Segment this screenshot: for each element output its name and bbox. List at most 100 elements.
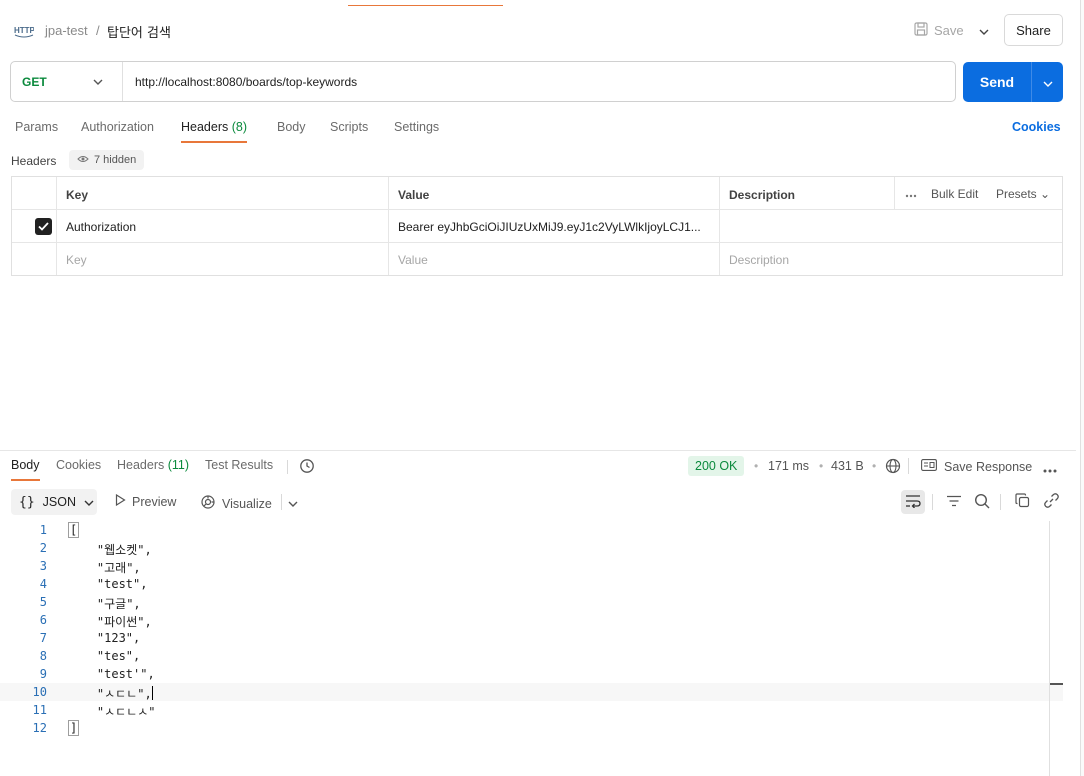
code-text: "ㅅㄷㄴㅅ" [68, 705, 156, 719]
link-button[interactable] [1039, 490, 1063, 514]
line-number: 11 [32, 703, 47, 717]
line-number: 7 [39, 631, 47, 645]
tab-body[interactable]: Body [277, 120, 306, 134]
column-value: Value [398, 188, 430, 202]
hidden-count-label: 7 hidden [94, 154, 137, 166]
play-icon [115, 493, 126, 509]
more-icon[interactable] [905, 187, 917, 201]
cookies-link[interactable]: Cookies [1012, 120, 1061, 134]
code-text: "test'", [68, 667, 155, 681]
meta-divider [908, 458, 909, 474]
code-text: "tes", [68, 649, 141, 663]
code-line: 12 ] [0, 719, 1063, 737]
header-value-cell[interactable]: Bearer eyJhbGciOiJIUzUxMiJ9.eyJ1c2VyLWlk… [398, 220, 720, 234]
code-line: 3 "고래", [0, 557, 1063, 575]
status-badge[interactable]: 200 OK [688, 456, 745, 476]
send-button[interactable]: Send [963, 62, 1031, 102]
presets-label: Presets [996, 187, 1037, 201]
line-number: 3 [39, 559, 47, 573]
header-key-cell[interactable]: Authorization [66, 220, 136, 234]
matched-bracket: [ [68, 522, 80, 538]
column-divider [56, 177, 57, 275]
visualize-icon [200, 494, 216, 513]
tab-test-results[interactable]: Test Results [205, 458, 273, 472]
save-options-button[interactable] [972, 18, 996, 42]
tab-settings[interactable]: Settings [394, 120, 439, 134]
tab-headers[interactable]: Headers (8) [181, 120, 248, 143]
code-text: "test", [68, 577, 148, 591]
visualize-button[interactable]: Visualize [200, 494, 272, 513]
code-text: "123", [68, 631, 141, 645]
column-description: Description [729, 188, 796, 202]
presets-dropdown[interactable]: Presets ⌄ [996, 187, 1050, 201]
save-response-button[interactable]: Save Response [921, 459, 1032, 474]
tab-response-cookies[interactable]: Cookies [56, 458, 101, 472]
save-response-icon [921, 459, 937, 474]
response-divider[interactable] [0, 450, 1076, 451]
text-cursor [151, 686, 153, 700]
scrollbar-cursor-marker [1050, 683, 1063, 685]
visualize-options-button[interactable] [281, 490, 305, 514]
more-options-icon[interactable] [1043, 459, 1057, 481]
response-body-viewer[interactable]: 1 [ 2 "웹소켓", 3 "고래", 4 "test", 5 "구글", 6… [0, 521, 1063, 751]
code-line: 7 "123", [0, 629, 1063, 647]
code-text-content: "ㅅㄷㄴ", [68, 687, 152, 701]
column-divider [388, 177, 389, 275]
line-number: 9 [39, 667, 47, 681]
history-icon[interactable] [299, 458, 315, 477]
tab-response-headers[interactable]: Headers (11) [117, 458, 189, 472]
preview-label: Preview [132, 494, 177, 509]
code-line: 6 "파이썬", [0, 611, 1063, 629]
chevron-down-icon[interactable] [93, 73, 103, 88]
code-line: 4 "test", [0, 575, 1063, 593]
breadcrumb-collection[interactable]: jpa-test [45, 23, 88, 38]
header-enabled-checkbox[interactable] [35, 218, 52, 235]
tab-scripts[interactable]: Scripts [330, 120, 368, 134]
link-icon [1043, 493, 1059, 511]
tab-authorization[interactable]: Authorization [81, 120, 154, 134]
filter-button[interactable] [942, 490, 966, 514]
preview-button[interactable]: Preview [115, 493, 177, 509]
wrap-lines-button[interactable] [901, 490, 925, 514]
globe-icon[interactable] [885, 458, 901, 477]
search-button[interactable] [970, 490, 994, 514]
filter-icon [946, 495, 962, 510]
hidden-headers-toggle[interactable]: 7 hidden [69, 150, 145, 170]
headers-section-title: Headers [11, 154, 57, 168]
breadcrumb-separator: / [96, 23, 100, 38]
new-value-input[interactable]: Value [398, 253, 428, 267]
code-text: "고래", [68, 561, 141, 575]
url-divider [122, 62, 123, 101]
code-text: "웹소켓", [68, 543, 152, 557]
visualize-label: Visualize [222, 496, 272, 511]
response-time[interactable]: 171 ms [768, 459, 809, 473]
format-select[interactable]: {} JSON [11, 489, 97, 515]
bulk-edit-button[interactable]: Bulk Edit [931, 187, 978, 201]
eye-icon [77, 154, 89, 166]
line-number: 12 [32, 721, 47, 735]
tab-params[interactable]: Params [15, 120, 58, 134]
save-button[interactable]: Save [914, 18, 964, 42]
method-select[interactable]: GET [22, 75, 47, 89]
column-divider [719, 177, 720, 275]
http-icon: HTTP [14, 22, 36, 38]
response-size[interactable]: 431 B [831, 459, 864, 473]
tab-response-body[interactable]: Body [11, 458, 40, 481]
send-options-button[interactable] [1031, 62, 1063, 102]
save-label: Save [934, 22, 964, 38]
new-description-input[interactable]: Description [729, 253, 789, 267]
copy-button[interactable] [1010, 490, 1034, 514]
scrollbar-track[interactable] [1049, 521, 1050, 776]
share-button[interactable]: Share [1004, 14, 1063, 46]
format-label: JSON [42, 495, 76, 509]
request-title[interactable]: 탑단어 검색 [107, 22, 171, 41]
new-key-input[interactable]: Key [66, 253, 87, 267]
chevron-down-icon [979, 23, 989, 38]
line-number: 4 [39, 577, 47, 591]
column-key: Key [66, 188, 89, 202]
url-input[interactable]: http://localhost:8080/boards/top-keyword… [135, 75, 357, 89]
chevron-down-icon [84, 495, 94, 509]
chevron-down-icon: ⌄ [1040, 187, 1051, 201]
chevron-down-icon [288, 495, 298, 510]
tab-headers-label: Headers [181, 120, 229, 134]
